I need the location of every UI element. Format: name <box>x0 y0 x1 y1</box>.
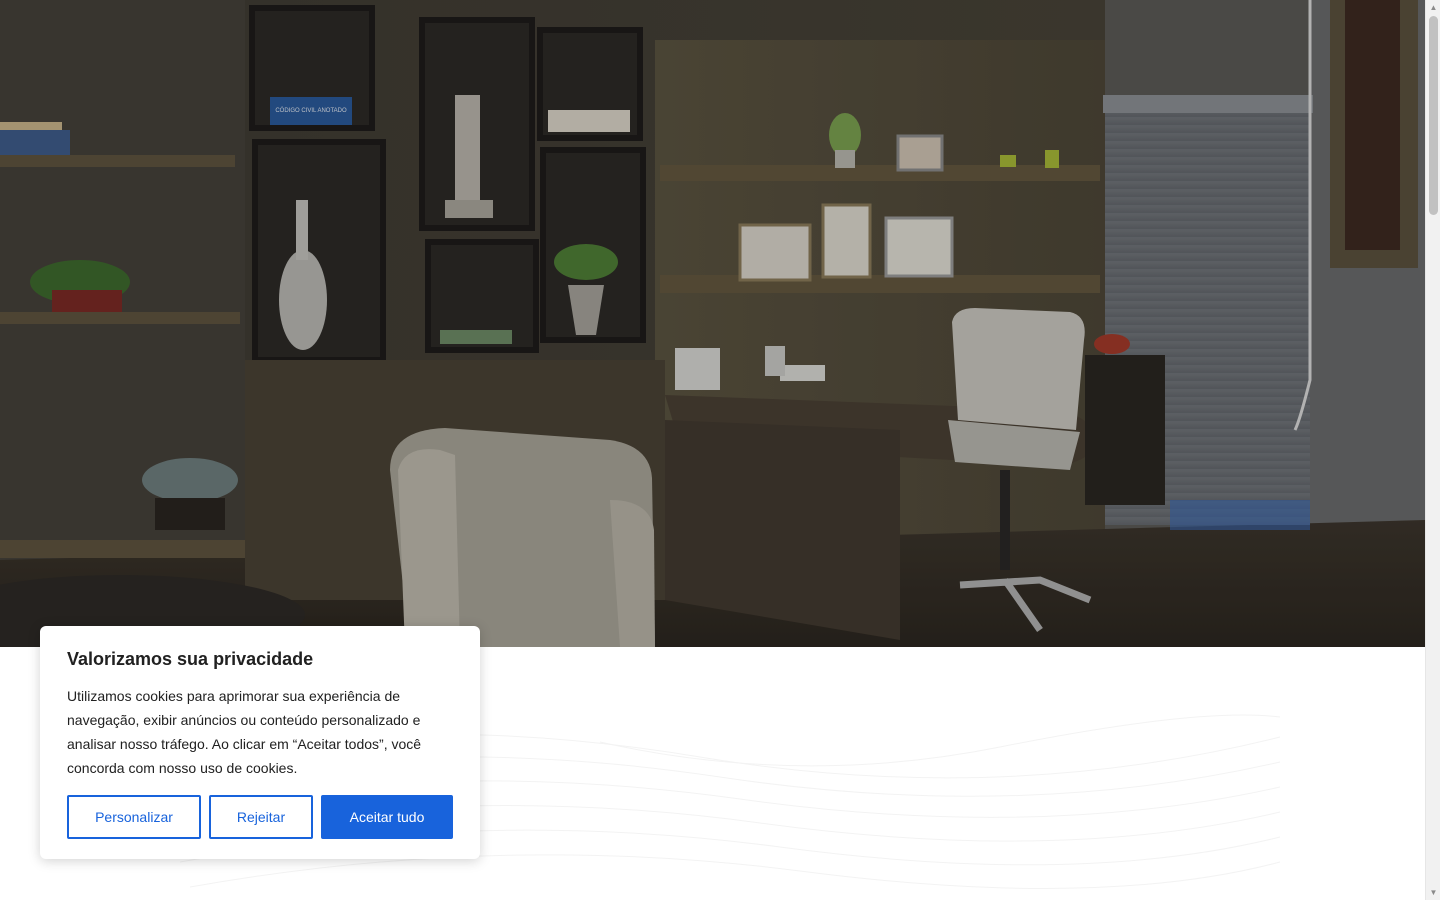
office-illustration: CÓDIGO CIVIL ANOTADO <box>0 0 1425 647</box>
triangle-down-icon[interactable]: ▼ <box>1426 885 1440 900</box>
cookie-button-group: Personalizar Rejeitar Aceitar tudo <box>67 795 453 839</box>
cookie-banner-text: Utilizamos cookies para aprimorar sua ex… <box>67 688 422 776</box>
cookie-banner-title: Valorizamos sua privacidade <box>67 649 314 669</box>
triangle-up-icon[interactable]: ▲ <box>1426 0 1440 15</box>
scrollbar-thumb[interactable] <box>1429 16 1438 215</box>
cookie-consent-banner: Valorizamos sua privacidade Utilizamos c… <box>40 626 480 859</box>
page-scrollbar[interactable]: ▲ ▼ <box>1425 0 1440 900</box>
accept-all-button[interactable]: Aceitar tudo <box>321 795 453 839</box>
hero-office-image: CÓDIGO CIVIL ANOTADO <box>0 0 1425 647</box>
customize-button[interactable]: Personalizar <box>67 795 201 839</box>
reject-button[interactable]: Rejeitar <box>209 795 313 839</box>
